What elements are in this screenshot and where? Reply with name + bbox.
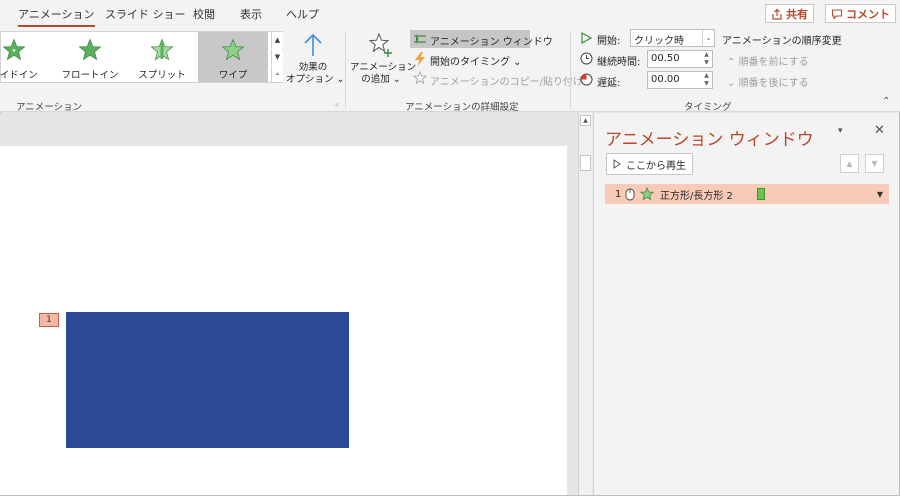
- slide-in-star-icon: ★: [2, 38, 26, 61]
- add-animation-button[interactable]: アニメーション の追加 ⌄: [350, 62, 416, 86]
- duration-field[interactable]: 00.50 ▲ ▼: [647, 50, 713, 68]
- float-in-star-icon: [78, 38, 102, 61]
- animation-gallery: ★ ライドイン フロートイン スプリット ワイプ ▲ ▼ ⩡: [0, 31, 283, 83]
- comment-icon: [831, 8, 843, 20]
- group-separator: [345, 32, 346, 108]
- collapse-ribbon-icon[interactable]: ⌃: [882, 96, 890, 107]
- ribbon: ★ ライドイン フロートイン スプリット ワイプ ▲ ▼ ⩡: [0, 28, 900, 113]
- play-icon: [613, 159, 621, 169]
- gallery-item-split[interactable]: スプリット: [127, 32, 197, 82]
- comment-button[interactable]: コメント: [825, 4, 896, 23]
- tab-animations[interactable]: アニメーション: [18, 6, 95, 27]
- tab-view[interactable]: 表示: [240, 6, 262, 22]
- share-button[interactable]: 共有: [765, 4, 814, 23]
- reorder-title: アニメーションの順序変更: [722, 36, 842, 47]
- group-separator: [570, 32, 571, 108]
- duration-label: 継続時間:: [597, 57, 641, 68]
- gallery-more-button[interactable]: ⩡: [271, 66, 283, 82]
- move-earlier-button[interactable]: ⌃ 順番を前にする: [727, 53, 809, 68]
- animation-list-item[interactable]: 1 正方形/長方形 2 ▼: [605, 184, 889, 204]
- split-star-icon: [150, 38, 174, 61]
- slide-workspace: 1: [0, 113, 578, 495]
- item-dropdown-icon[interactable]: ▼: [877, 190, 883, 199]
- scroll-up-button[interactable]: ▲: [580, 115, 591, 126]
- trigger-lightning-icon: [415, 52, 425, 66]
- add-animation-star-icon: [368, 32, 392, 57]
- gallery-item-float-in[interactable]: フロートイン: [55, 32, 125, 82]
- rectangle-shape[interactable]: [66, 312, 349, 448]
- move-up-button[interactable]: ▲: [840, 154, 859, 173]
- gallery-scroll-up-button[interactable]: ▲: [271, 32, 283, 48]
- tab-review[interactable]: 校閲: [193, 6, 215, 22]
- group-label-timing: タイミング: [684, 102, 732, 113]
- pane-options-icon[interactable]: ▾: [838, 126, 843, 136]
- tab-help[interactable]: ヘルプ: [286, 6, 319, 22]
- group-label-animation: アニメーション: [16, 102, 83, 113]
- animation-order-tag[interactable]: 1: [39, 313, 59, 327]
- effect-options-button[interactable]: 効果の オプション ⌄: [286, 62, 344, 86]
- scroll-thumb[interactable]: [580, 155, 591, 171]
- start-dropdown[interactable]: クリック時 ⌄: [630, 29, 715, 47]
- move-later-button[interactable]: ⌄ 順番を後にする: [727, 74, 809, 89]
- chevron-down-icon: ⌄: [702, 30, 714, 46]
- animation-pane-icon: [414, 34, 426, 44]
- share-icon: [772, 8, 782, 20]
- gallery-item-wipe[interactable]: ワイプ: [198, 32, 268, 82]
- animation-painter-button[interactable]: アニメーションのコピー/貼り付け: [430, 73, 583, 88]
- mouse-click-icon: [625, 188, 635, 200]
- effect-options-arrow-icon[interactable]: [301, 32, 325, 58]
- dialog-launcher-icon[interactable]: ⌟: [335, 99, 338, 107]
- comment-label: コメント: [846, 7, 890, 21]
- svg-text:★: ★: [12, 48, 17, 54]
- wipe-star-icon: [221, 38, 245, 61]
- close-icon[interactable]: ✕: [874, 123, 885, 138]
- gallery-scroll-down-button[interactable]: ▼: [271, 49, 283, 65]
- delay-label: 遅延:: [597, 78, 621, 89]
- tab-slideshow[interactable]: スライド ショー: [105, 6, 186, 22]
- delay-field[interactable]: 00.00 ▲ ▼: [647, 71, 713, 89]
- start-play-icon: [581, 32, 592, 44]
- spinner-arrows-icon[interactable]: ▲ ▼: [701, 51, 712, 67]
- pane-title: アニメーション ウィンドウ: [605, 130, 814, 150]
- spinner-arrows-icon[interactable]: ▲ ▼: [701, 72, 712, 88]
- ribbon-tab-bar: アニメーション スライド ショー 校閲 表示 ヘルプ 共有 コメント: [0, 0, 900, 28]
- group-label-advanced: アニメーションの詳細設定: [405, 102, 519, 113]
- share-label: 共有: [786, 7, 808, 21]
- duration-clock-icon: [580, 52, 593, 65]
- animation-pane: アニメーション ウィンドウ ▾ ✕ ここから再生 ▲ ▼ 1 正方形/長方形 2…: [593, 113, 899, 495]
- move-down-button[interactable]: ▼: [865, 154, 884, 173]
- play-from-button[interactable]: ここから再生: [606, 153, 693, 175]
- slide-scrollbar[interactable]: ▲: [578, 113, 592, 495]
- slide-canvas[interactable]: 1: [0, 146, 567, 495]
- trigger-button[interactable]: 開始のタイミング ⌄: [430, 53, 522, 68]
- delay-clock-icon: [580, 73, 593, 86]
- animation-painter-icon: [413, 71, 427, 85]
- wipe-effect-star-icon: [640, 187, 654, 201]
- animation-item-name: 正方形/長方形 2: [660, 190, 733, 202]
- timeline-bar[interactable]: [757, 188, 765, 200]
- gallery-item-slide-in[interactable]: ★ ライドイン: [0, 32, 49, 82]
- start-label: 開始:: [597, 36, 621, 47]
